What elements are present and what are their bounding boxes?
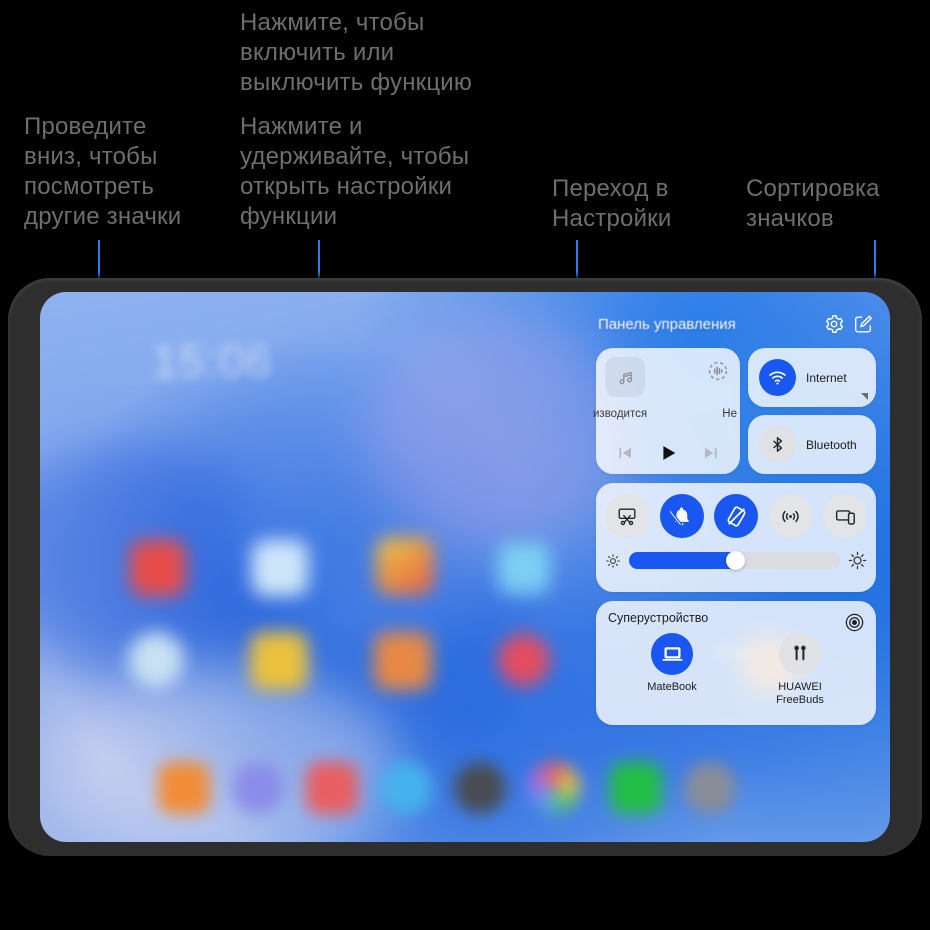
annotation-go-settings: Переход в Настройки xyxy=(552,175,672,232)
wallpaper-blob xyxy=(370,312,630,552)
brightness-high-icon xyxy=(848,551,867,570)
media-status-left: изводится xyxy=(593,408,648,420)
laptop-icon xyxy=(661,646,683,661)
home-app-icon[interactable] xyxy=(374,632,432,690)
wifi-icon-circle xyxy=(759,359,796,396)
dock-app-icon[interactable] xyxy=(232,762,284,814)
music-note-icon xyxy=(619,371,632,384)
brightness-low-icon xyxy=(606,553,620,568)
dock-app-icon[interactable] xyxy=(454,762,506,814)
brightness-control xyxy=(605,551,867,570)
control-panel-header: Панель управления xyxy=(596,310,876,338)
annotation-sort-icons: Сортировка значков xyxy=(746,175,880,232)
mute-bell-icon xyxy=(670,506,689,526)
mute-toggle[interactable] xyxy=(659,494,704,538)
super-device-target-icon[interactable] xyxy=(844,612,865,633)
annotation-tap-toggle: Нажмите, чтобы включить или выключить фу… xyxy=(240,9,473,96)
tablet-screen: 15:06 Панель управления изводится Не Int… xyxy=(40,292,890,842)
earbuds-icon-circle xyxy=(779,633,821,675)
quick-toggles-card xyxy=(596,483,876,592)
home-app-icon[interactable] xyxy=(250,632,308,690)
super-device-list: MateBook HUAWEI FreeBuds xyxy=(608,633,864,707)
wifi-icon xyxy=(769,371,786,385)
annotation-tap-hold: Нажмите и удерживайте, чтобы открыть нас… xyxy=(240,113,470,230)
dock-app-icon[interactable] xyxy=(158,762,210,814)
edit-square-icon[interactable] xyxy=(852,313,874,335)
home-app-icon[interactable] xyxy=(130,540,186,596)
super-device-item[interactable]: HUAWEI FreeBuds xyxy=(752,633,848,707)
bluetooth-label: Bluetooth xyxy=(806,437,857,452)
screen-cast-icon xyxy=(835,509,855,525)
home-app-icon[interactable] xyxy=(498,634,550,686)
play-icon[interactable] xyxy=(657,442,679,464)
internet-toggle-card[interactable]: Internet xyxy=(748,348,876,407)
home-app-icon[interactable] xyxy=(252,540,308,596)
bluetooth-icon-circle xyxy=(759,426,796,463)
home-app-icon[interactable] xyxy=(498,542,550,594)
laptop-icon-circle xyxy=(651,633,693,675)
rotation-lock-icon xyxy=(726,505,746,527)
super-device-card[interactable]: Суперустройство MateBook HUAWEI FreeBuds xyxy=(596,601,876,725)
annotation-swipe-down: Проведите вниз, чтобы посмотреть другие … xyxy=(24,113,182,230)
bluetooth-icon xyxy=(773,437,783,452)
super-device-title: Суперустройство xyxy=(608,611,709,625)
album-art-placeholder xyxy=(605,357,645,397)
internet-label: Internet xyxy=(806,370,847,385)
screenshot-toggle[interactable] xyxy=(605,494,649,538)
dock-app-icon[interactable] xyxy=(306,762,358,814)
next-track-icon[interactable] xyxy=(702,444,720,462)
previous-track-icon[interactable] xyxy=(616,444,634,462)
nfc-icon xyxy=(782,510,799,522)
nfc-toggle[interactable] xyxy=(768,494,813,538)
bluetooth-toggle-card[interactable]: Bluetooth xyxy=(748,415,876,474)
screenshot-icon xyxy=(618,508,636,526)
tablet-device-frame: 15:06 Панель управления изводится Не Int… xyxy=(8,278,922,856)
gear-icon[interactable] xyxy=(823,313,845,335)
brightness-slider-knob[interactable] xyxy=(726,551,746,570)
connectivity-stack: Internet Bluetooth xyxy=(748,348,876,474)
control-panel-title: Панель управления xyxy=(598,315,736,333)
control-panel-top-row: изводится Не Internet Bluetooth xyxy=(593,348,876,474)
audio-cast-icon[interactable] xyxy=(707,360,729,382)
home-app-icon[interactable] xyxy=(128,632,184,688)
dock-app-icon[interactable] xyxy=(684,762,736,814)
super-device-name: MateBook xyxy=(647,681,697,693)
media-player-card[interactable]: изводится Не xyxy=(593,348,740,474)
control-panel: Панель управления изводится Не Internet … xyxy=(593,310,876,725)
super-device-name: HUAWEI FreeBuds xyxy=(776,681,824,706)
dock-app-icon[interactable] xyxy=(528,762,580,814)
rotation-lock-toggle[interactable] xyxy=(714,494,758,538)
expand-corner-icon[interactable] xyxy=(861,393,868,400)
media-status-right: Не xyxy=(722,408,737,420)
earbuds-icon xyxy=(794,645,806,661)
brightness-slider-fill xyxy=(629,552,739,569)
dock-app-icon[interactable] xyxy=(610,762,662,814)
media-status-row: изводится Не xyxy=(593,408,740,420)
super-device-item[interactable]: MateBook xyxy=(624,633,720,707)
dock-app-icon[interactable] xyxy=(380,762,432,814)
home-app-icon[interactable] xyxy=(376,537,434,595)
brightness-slider[interactable] xyxy=(629,551,840,570)
home-clock-widget: 15:06 xyxy=(152,335,273,387)
media-controls xyxy=(596,442,740,464)
quick-toggle-row xyxy=(605,494,867,538)
screen-cast-toggle[interactable] xyxy=(823,494,867,538)
home-dock xyxy=(158,762,736,824)
